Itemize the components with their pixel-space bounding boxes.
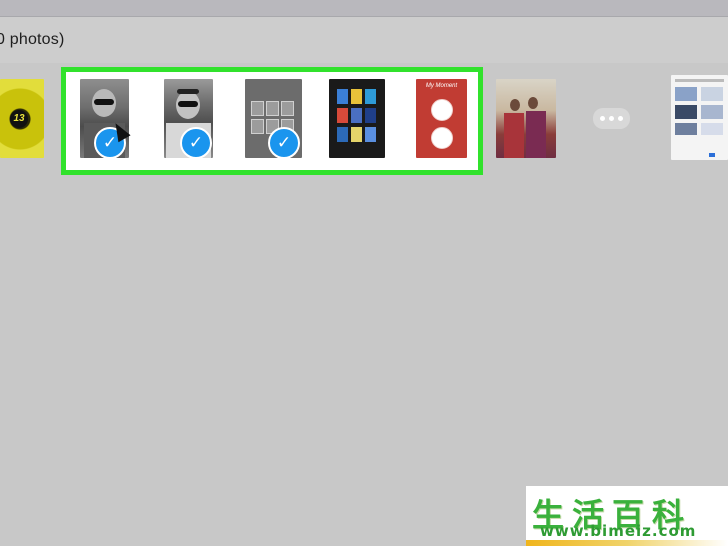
- photos-header: 0 photos): [0, 17, 728, 63]
- web-screenshot-photo[interactable]: [671, 75, 728, 160]
- flower-photo[interactable]: 13: [0, 79, 44, 158]
- flower-number-label: 13: [10, 110, 28, 128]
- ellipsis-icon: [609, 116, 614, 121]
- book-grid-photo[interactable]: [329, 79, 385, 158]
- ellipsis-icon: [618, 116, 623, 121]
- mymoment-app-photo[interactable]: My Moment: [416, 79, 467, 158]
- ellipsis-icon: [600, 116, 605, 121]
- window-top-bar: [0, 0, 728, 17]
- photo-count-title: 0 photos): [0, 31, 65, 48]
- selected-check-icon[interactable]: ✓: [268, 127, 300, 159]
- app-title-text: My Moment: [425, 83, 458, 89]
- couple-photo[interactable]: [496, 79, 556, 158]
- site-watermark: 生活百科 www.bimeiz.com: [526, 486, 728, 546]
- watermark-url-text: www.bimeiz.com: [540, 522, 697, 540]
- watermark-swoosh: [526, 540, 728, 546]
- selected-check-icon[interactable]: ✓: [180, 127, 212, 159]
- more-photos-button[interactable]: [593, 108, 630, 129]
